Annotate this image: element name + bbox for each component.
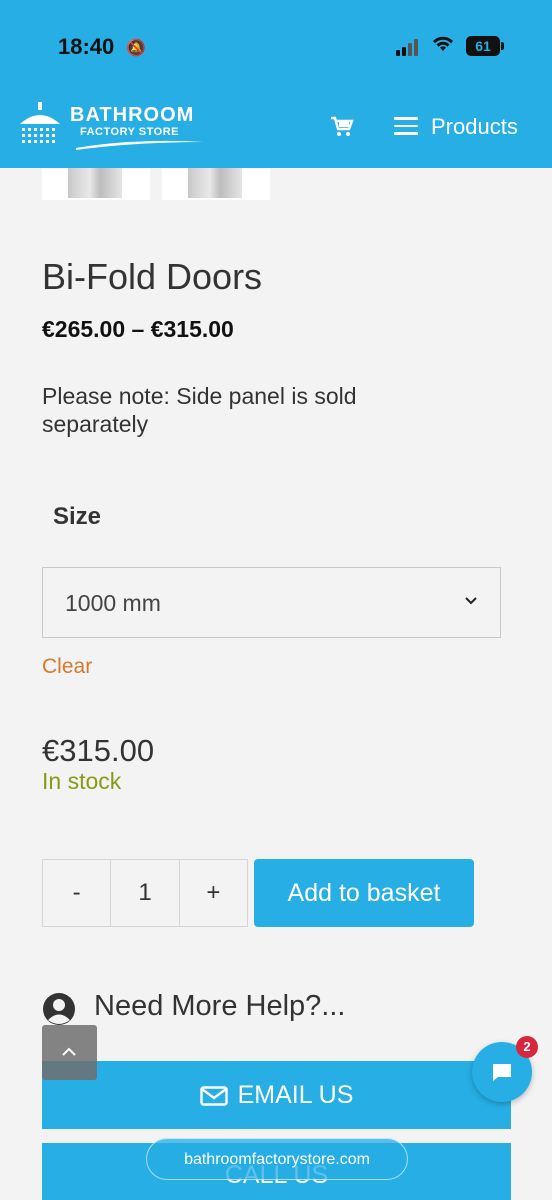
wifi-icon (432, 34, 454, 58)
logo-text-line2: FACTORY STORE (80, 126, 180, 138)
signal-icon (396, 38, 422, 56)
product-title: Bi-Fold Doors (42, 256, 263, 297)
quantity-decrease-button[interactable]: - (43, 860, 110, 926)
logo-text-line1: BATHROOM (70, 104, 195, 126)
status-time: 18:40 (58, 34, 115, 59)
add-to-basket-button[interactable]: Add to basket (254, 859, 474, 927)
browser-url-bar[interactable]: bathroomfactorystore.com (146, 1138, 408, 1180)
product-thumbnail[interactable] (42, 168, 150, 200)
site-logo[interactable]: BATHROOM FACTORY STORE (16, 100, 204, 152)
header-bar: 18:40 🔕 61 BATHROOM FACTORY STORE Produc… (0, 0, 552, 168)
envelope-icon (199, 1086, 228, 1106)
quantity-increase-button[interactable]: + (180, 860, 247, 926)
product-thumbnail[interactable] (162, 168, 270, 200)
quantity-input[interactable]: 1 (110, 860, 180, 926)
logo-swoosh-icon (76, 140, 204, 150)
help-heading: Need More Help?... (94, 990, 346, 1022)
email-us-label: EMAIL US (237, 1081, 354, 1109)
menu-products-label[interactable]: Products (431, 114, 518, 140)
chevron-down-icon (465, 597, 477, 605)
hamburger-menu-icon[interactable] (394, 117, 418, 135)
quantity-stepper: - 1 + (42, 859, 248, 927)
chevron-up-icon (62, 1047, 76, 1056)
battery-icon: 61 (466, 36, 504, 56)
product-note: Please note: Side panel is sold separate… (42, 383, 357, 437)
stock-status: In stock (42, 768, 122, 794)
chat-bubble-icon (493, 1064, 511, 1081)
price-range: €265.00 – €315.00 (42, 316, 234, 342)
user-circle-icon (43, 993, 75, 1025)
size-select-value: 1000 mm (65, 590, 161, 616)
size-label: Size (53, 503, 102, 530)
silent-bell-icon: 🔕 (126, 40, 146, 57)
back-to-top-button[interactable] (42, 1025, 97, 1080)
shower-icon (20, 102, 60, 143)
chat-notification-badge: 2 (516, 1036, 538, 1058)
clear-selection-link[interactable]: Clear (42, 655, 92, 679)
cart-icon[interactable] (330, 116, 354, 138)
size-select[interactable]: 1000 mm (42, 567, 501, 638)
status-bar: 18:40 🔕 61 (0, 30, 552, 64)
email-us-button[interactable]: EMAIL US (42, 1061, 511, 1129)
variation-price: €315.00 (42, 733, 155, 768)
